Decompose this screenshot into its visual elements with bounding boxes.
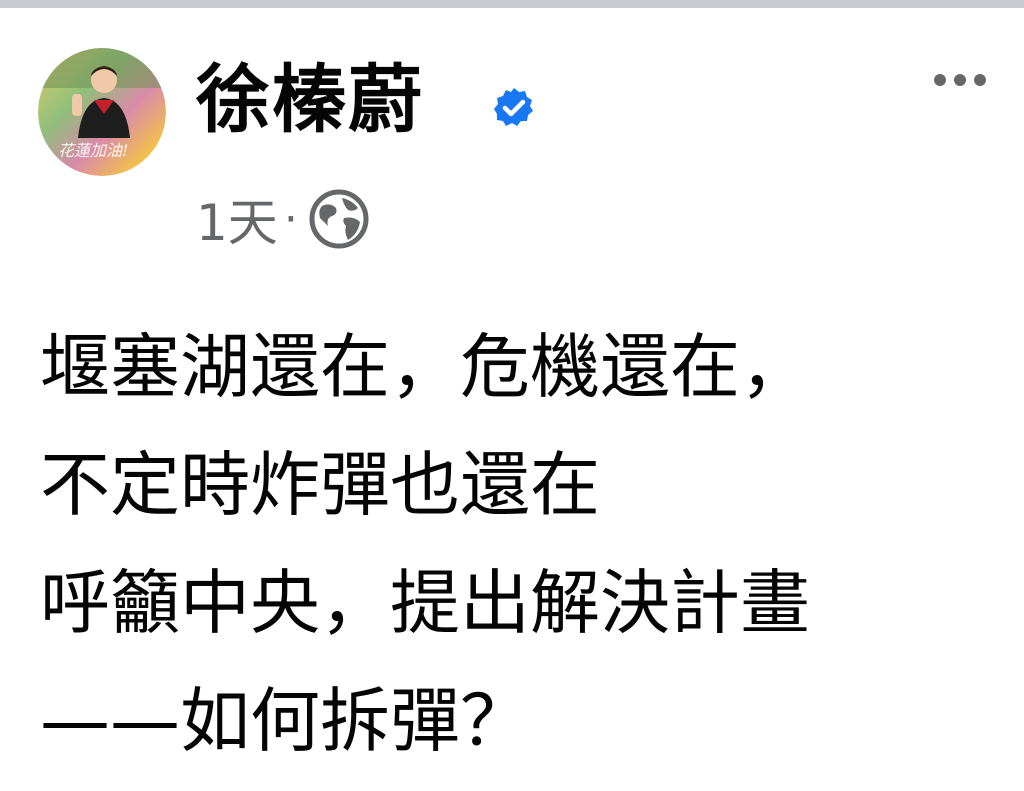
message-line: 堰塞湖還在，危機還在， — [40, 326, 810, 408]
post-message: 堰塞湖還在，危機還在， 不定時炸彈也還在 呼籲中央，提出解決計畫 ——如何拆彈？ — [40, 308, 1000, 780]
post-meta: 1天 · — [196, 184, 370, 254]
more-dot — [934, 74, 946, 86]
verified-badge-icon — [494, 88, 533, 126]
svg-text:花蓮加油!: 花蓮加油! — [58, 141, 128, 160]
more-dot — [974, 74, 986, 86]
message-line: 不定時炸彈也還在 — [40, 444, 600, 526]
top-divider-strip — [0, 0, 1024, 8]
avatar-image: 花蓮加油! — [38, 48, 166, 176]
more-options-icon[interactable] — [922, 60, 998, 100]
more-dot — [954, 74, 966, 86]
meta-separator: · — [283, 193, 298, 245]
author-name[interactable]: 徐榛蔚 — [196, 56, 424, 144]
post-timestamp[interactable]: 1天 — [196, 183, 278, 255]
globe-icon[interactable] — [308, 188, 370, 250]
message-line: ——如何拆彈？ — [40, 680, 530, 762]
message-line: 呼籲中央，提出解決計畫 — [40, 562, 810, 644]
facebook-post: 花蓮加油! 徐榛蔚 1天 · 堰塞湖還在，危機還在， 不定時炸彈也還在 呼籲中央… — [0, 8, 1024, 791]
author-avatar[interactable]: 花蓮加油! — [38, 48, 166, 176]
